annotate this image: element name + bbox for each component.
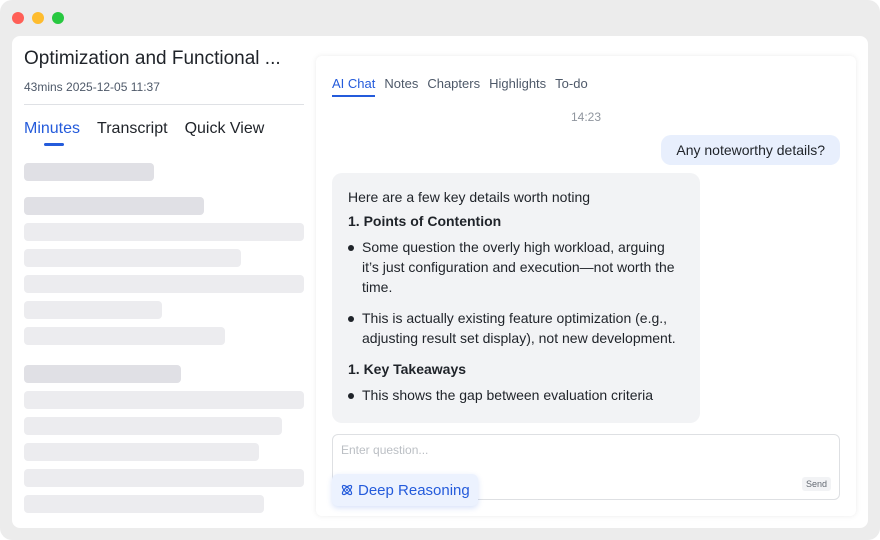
close-window-button[interactable] (12, 12, 24, 24)
ai-bullet-list: Some question the overly high workload, … (348, 237, 684, 348)
ai-response-bubble: Here are a few key details worth noting … (332, 173, 700, 423)
tab-to-do[interactable]: To-do (555, 76, 588, 91)
app-window: Optimization and Functional ... 43mins 2… (0, 0, 880, 540)
atom-icon (340, 483, 354, 497)
tab-chapters[interactable]: Chapters (427, 76, 480, 91)
tab-transcript[interactable]: Transcript (97, 120, 168, 138)
deep-reasoning-button[interactable]: Deep Reasoning (332, 474, 478, 506)
ai-bullet-item: This shows the gap between evaluation cr… (348, 385, 684, 405)
user-message-bubble: Any noteworthy details? (661, 135, 840, 165)
question-input[interactable] (341, 441, 741, 459)
tab-minutes[interactable]: Minutes (24, 120, 80, 146)
skeleton-line (24, 391, 304, 409)
ai-bullet-list: This shows the gap between evaluation cr… (348, 385, 684, 405)
tab-quick-view[interactable]: Quick View (185, 120, 265, 138)
skeleton-line (24, 495, 264, 513)
ai-bullet-item: Some question the overly high workload, … (348, 237, 684, 297)
chat-tab-bar: AI Chat Notes Chapters Highlights To-do (332, 76, 588, 97)
meeting-title: Optimization and Functional ... (24, 48, 281, 69)
skeleton-line (24, 275, 304, 293)
ai-chat-panel: AI Chat Notes Chapters Highlights To-do … (316, 56, 856, 516)
skeleton-line (24, 223, 304, 241)
left-tab-bar: Minutes Transcript Quick View (24, 120, 265, 146)
skeleton-line (24, 469, 304, 487)
skeleton-line (24, 197, 204, 215)
ai-response-intro: Here are a few key details worth noting (348, 189, 591, 205)
window-controls (12, 12, 64, 24)
skeleton-line (24, 301, 162, 319)
tab-notes[interactable]: Notes (384, 76, 418, 91)
minutes-panel: Optimization and Functional ... 43mins 2… (24, 36, 304, 528)
tab-highlights[interactable]: Highlights (489, 76, 546, 91)
maximize-window-button[interactable] (52, 12, 64, 24)
skeleton-line (24, 249, 241, 267)
skeleton-line (24, 163, 154, 181)
skeleton-line (24, 443, 259, 461)
skeleton-line (24, 417, 282, 435)
send-button[interactable]: Send (801, 477, 831, 491)
ai-section-heading: 1. Points of Contention (348, 213, 502, 229)
divider (24, 104, 304, 105)
skeleton-line (24, 365, 181, 383)
deep-reasoning-label: Deep Reasoning (358, 481, 470, 499)
minimize-window-button[interactable] (32, 12, 44, 24)
ai-section-heading: 1. Key Takeaways (348, 361, 467, 377)
meeting-meta: 43mins 2025-12-05 11:37 (24, 80, 160, 94)
app-content: Optimization and Functional ... 43mins 2… (12, 36, 868, 528)
ai-bullet-item: This is actually existing feature optimi… (348, 308, 684, 348)
skeleton-line (24, 327, 225, 345)
message-timestamp: 14:23 (570, 110, 602, 124)
tab-ai-chat[interactable]: AI Chat (332, 76, 376, 97)
